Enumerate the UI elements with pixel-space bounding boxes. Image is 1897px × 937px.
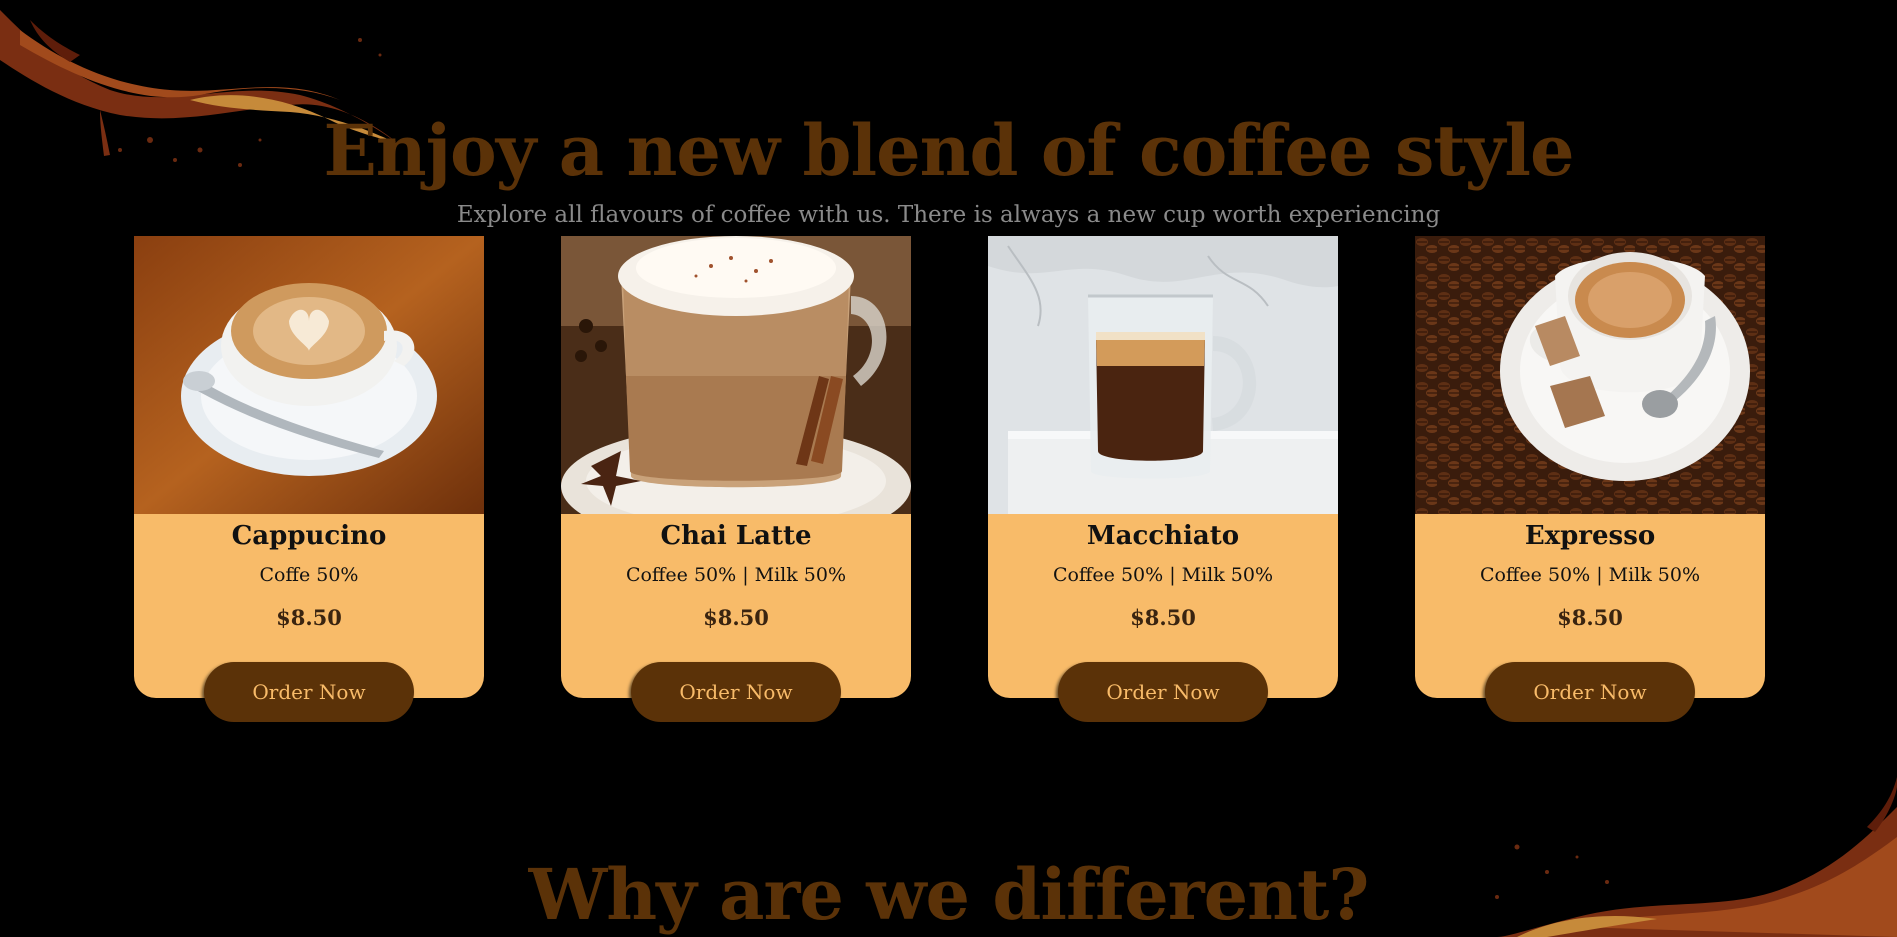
product-description: Coffee 50% | Milk 50% [1052, 564, 1274, 586]
espresso-cup-beans-image [1415, 236, 1765, 514]
hero-title: Enjoy a new blend of coffee style [323, 109, 1574, 192]
product-price: $8.50 [1557, 605, 1623, 630]
product-name: Expresso [1524, 521, 1656, 551]
product-cards: Cappucino Coffe 50% $8.50 Order Now Chai… [134, 236, 1766, 726]
order-now-button[interactable]: Order Now [1485, 662, 1695, 722]
product-card-macchiato: Macchiato Coffee 50% | Milk 50% $8.50 Or… [988, 236, 1338, 722]
cappuccino-latte-art-image [134, 236, 484, 514]
page: Enjoy a new blend of coffee style Explor… [0, 0, 1897, 937]
chai-latte-image [561, 236, 911, 514]
espresso-image [1415, 236, 1765, 514]
product-description: Coffee 50% | Milk 50% [1479, 564, 1701, 586]
chai-latte-glass-image [561, 236, 911, 514]
product-description: Coffe 50% [259, 564, 359, 586]
macchiato-glass-image [988, 236, 1338, 514]
coffee-splash-bottom-right [1495, 777, 1897, 937]
product-name: Chai Latte [660, 521, 812, 551]
product-name: Cappucino [231, 521, 387, 551]
product-card-cappucino: Cappucino Coffe 50% $8.50 Order Now [134, 236, 484, 722]
product-card-expresso: Expresso Coffee 50% | Milk 50% $8.50 Ord… [1415, 236, 1765, 722]
product-card-chai-latte: Chai Latte Coffee 50% | Milk 50% $8.50 O… [561, 236, 911, 722]
order-now-button[interactable]: Order Now [204, 662, 414, 722]
product-price: $8.50 [276, 605, 342, 630]
product-price: $8.50 [703, 605, 769, 630]
cappuccino-image [134, 236, 484, 514]
product-description: Coffee 50% | Milk 50% [625, 564, 847, 586]
order-now-button[interactable]: Order Now [1058, 662, 1268, 722]
order-now-button[interactable]: Order Now [631, 662, 841, 722]
product-name: Macchiato [1086, 521, 1240, 551]
hero-subtitle: Explore all flavours of coffee with us. … [456, 202, 1441, 228]
product-price: $8.50 [1130, 605, 1196, 630]
macchiato-image [988, 236, 1338, 514]
